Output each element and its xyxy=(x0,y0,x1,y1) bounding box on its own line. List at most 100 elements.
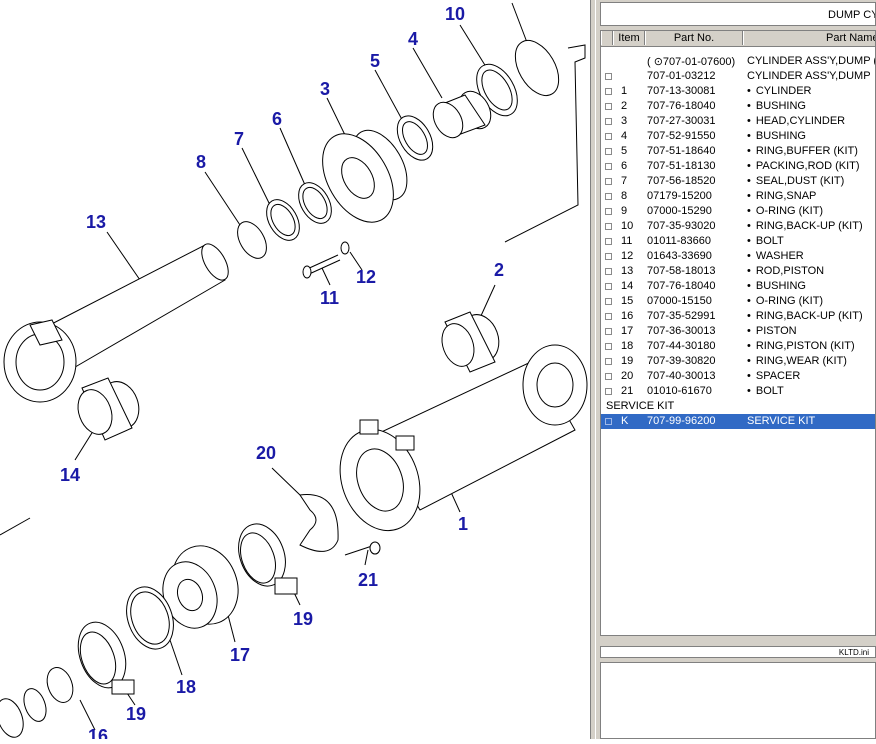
row-part-name-text: O-RING (KIT) xyxy=(755,295,824,307)
table-row[interactable]: 2 707-76-18040 • BUSHING xyxy=(601,99,875,114)
table-row[interactable]: 14 707-76-18040 • BUSHING xyxy=(601,279,875,294)
row-checkbox[interactable] xyxy=(605,148,612,155)
table-row[interactable]: 12 01643-33690 • WASHER xyxy=(601,249,875,264)
callout-19-lower[interactable]: 19 xyxy=(126,704,146,724)
row-checkbox[interactable] xyxy=(605,268,612,275)
row-checkbox[interactable] xyxy=(605,103,612,110)
row-checkbox[interactable] xyxy=(605,163,612,170)
callout-4[interactable]: 4 xyxy=(408,29,418,49)
column-header-part-no[interactable]: Part No. xyxy=(645,31,743,45)
table-row[interactable]: 19 707-39-30820 • RING,WEAR (KIT) xyxy=(601,354,875,369)
callout-17[interactable]: 17 xyxy=(230,645,250,665)
row-part-number: 707-76-18040 xyxy=(647,100,716,112)
row-checkbox[interactable] xyxy=(605,328,612,335)
table-row[interactable]: 9 07000-15290 • O-RING (KIT) xyxy=(601,204,875,219)
table-row[interactable]: 5 707-51-18640 • RING,BUFFER (KIT) xyxy=(601,144,875,159)
row-part-number: 707-01-03212 xyxy=(647,70,716,82)
row-item-number: 11 xyxy=(621,235,633,247)
callout-7[interactable]: 7 xyxy=(234,129,244,149)
row-part-name-text: CYLINDER xyxy=(755,85,812,97)
table-row-selected[interactable]: K 707-99-96200 SERVICE KIT xyxy=(601,414,875,429)
callout-16[interactable]: 16 xyxy=(88,726,108,744)
row-checkbox[interactable] xyxy=(605,178,612,185)
row-part-name: • ROD,PISTON xyxy=(747,265,824,277)
callout-20[interactable]: 20 xyxy=(256,443,276,463)
row-part-name-text: BOLT xyxy=(755,385,784,397)
row-checkbox[interactable] xyxy=(605,88,612,95)
row-checkbox[interactable] xyxy=(605,253,612,260)
list-header: Item Part No. Part Name xyxy=(601,31,875,47)
callout-5[interactable]: 5 xyxy=(370,51,380,71)
row-part-name: • RING,PISTON (KIT) xyxy=(747,340,855,352)
row-checkbox[interactable] xyxy=(605,373,612,380)
table-row[interactable]: 4 707-52-91550 • BUSHING xyxy=(601,129,875,144)
table-row[interactable]: 3 707-27-30031 • HEAD,CYLINDER xyxy=(601,114,875,129)
bullet-icon: • xyxy=(747,370,751,382)
callout-10[interactable]: 10 xyxy=(445,4,465,24)
table-row[interactable]: 17 707-36-30013 • PISTON xyxy=(601,324,875,339)
row-checkbox[interactable] xyxy=(605,298,612,305)
callout-3[interactable]: 3 xyxy=(320,79,330,99)
row-part-name-text: BUSHING xyxy=(755,280,806,292)
callout-6[interactable]: 6 xyxy=(272,109,282,129)
table-row[interactable]: 6 707-51-18130 • PACKING,ROD (KIT) xyxy=(601,159,875,174)
row-part-name: • SEAL,DUST (KIT) xyxy=(747,175,844,187)
table-row[interactable]: 10 707-35-93020 • RING,BACK-UP (KIT) xyxy=(601,219,875,234)
table-row[interactable]: 1 707-13-30081 • CYLINDER xyxy=(601,84,875,99)
bullet-icon: • xyxy=(747,295,751,307)
row-part-number: 707-58-18013 xyxy=(647,265,716,277)
table-row[interactable]: 15 07000-15150 • O-RING (KIT) xyxy=(601,294,875,309)
row-checkbox[interactable] xyxy=(605,193,612,200)
table-row[interactable]: 18 707-44-30180 • RING,PISTON (KIT) xyxy=(601,339,875,354)
row-part-name-text: PISTON xyxy=(755,325,797,337)
callout-13[interactable]: 13 xyxy=(86,212,106,232)
parts-list[interactable]: Item Part No. Part Name ( ⊙707-01-07600)… xyxy=(600,30,876,636)
row-checkbox[interactable] xyxy=(605,388,612,395)
callout-19-upper[interactable]: 19 xyxy=(293,609,313,629)
callout-14[interactable]: 14 xyxy=(60,465,80,485)
column-header-check[interactable] xyxy=(601,31,613,45)
table-row[interactable]: 20 707-40-30013 • SPACER xyxy=(601,369,875,384)
table-row[interactable]: 707-01-03212 CYLINDER ASS'Y,DUMP xyxy=(601,69,875,84)
row-part-name: • BUSHING xyxy=(747,280,806,292)
callout-21[interactable]: 21 xyxy=(358,570,378,590)
row-part-name-text: O-RING (KIT) xyxy=(755,205,824,217)
row-checkbox[interactable] xyxy=(605,133,612,140)
table-row[interactable]: 11 01011-83660 • BOLT xyxy=(601,234,875,249)
bullet-icon: • xyxy=(747,190,751,202)
column-header-part-name[interactable]: Part Name xyxy=(743,31,875,45)
callout-18[interactable]: 18 xyxy=(176,677,196,697)
table-row[interactable]: 7 707-56-18520 • SEAL,DUST (KIT) xyxy=(601,174,875,189)
row-item-number: 18 xyxy=(621,340,634,352)
row-part-name: • RING,BUFFER (KIT) xyxy=(747,145,858,157)
bullet-icon: • xyxy=(747,205,751,217)
row-checkbox[interactable] xyxy=(605,283,612,290)
row-checkbox[interactable] xyxy=(605,238,612,245)
table-row[interactable]: 8 07179-15200 • RING,SNAP xyxy=(601,189,875,204)
row-checkbox[interactable] xyxy=(605,73,612,80)
row-checkbox[interactable] xyxy=(605,313,612,320)
table-row[interactable]: 16 707-35-52991 • RING,BACK-UP (KIT) xyxy=(601,309,875,324)
row-checkbox[interactable] xyxy=(605,118,612,125)
table-row[interactable]: ( ⊙707-01-07600) CYLINDER ASS'Y,DUMP (F xyxy=(601,54,875,69)
row-checkbox[interactable] xyxy=(605,208,612,215)
bullet-icon: • xyxy=(747,160,751,172)
column-header-item[interactable]: Item xyxy=(613,31,645,45)
table-row[interactable]: 21 01010-61670 • BOLT xyxy=(601,384,875,399)
row-part-name: • RING,BACK-UP (KIT) xyxy=(747,220,863,232)
callout-11[interactable]: 11 xyxy=(320,288,339,308)
row-item-number: 21 xyxy=(621,385,634,397)
row-part-name-text: CYLINDER ASS'Y,DUMP xyxy=(747,70,871,82)
row-checkbox[interactable] xyxy=(605,418,612,425)
row-checkbox[interactable] xyxy=(605,343,612,350)
row-part-name-text: BOLT xyxy=(755,235,784,247)
callout-1[interactable]: 1 xyxy=(458,514,468,534)
callout-8[interactable]: 8 xyxy=(196,152,206,172)
row-checkbox[interactable] xyxy=(605,223,612,230)
row-part-name-text: PACKING,ROD (KIT) xyxy=(755,160,860,172)
row-part-number: 07000-15290 xyxy=(647,205,712,217)
row-checkbox[interactable] xyxy=(605,358,612,365)
callout-12[interactable]: 12 xyxy=(356,267,376,287)
callout-2[interactable]: 2 xyxy=(494,260,504,280)
table-row[interactable]: 13 707-58-18013 • ROD,PISTON xyxy=(601,264,875,279)
